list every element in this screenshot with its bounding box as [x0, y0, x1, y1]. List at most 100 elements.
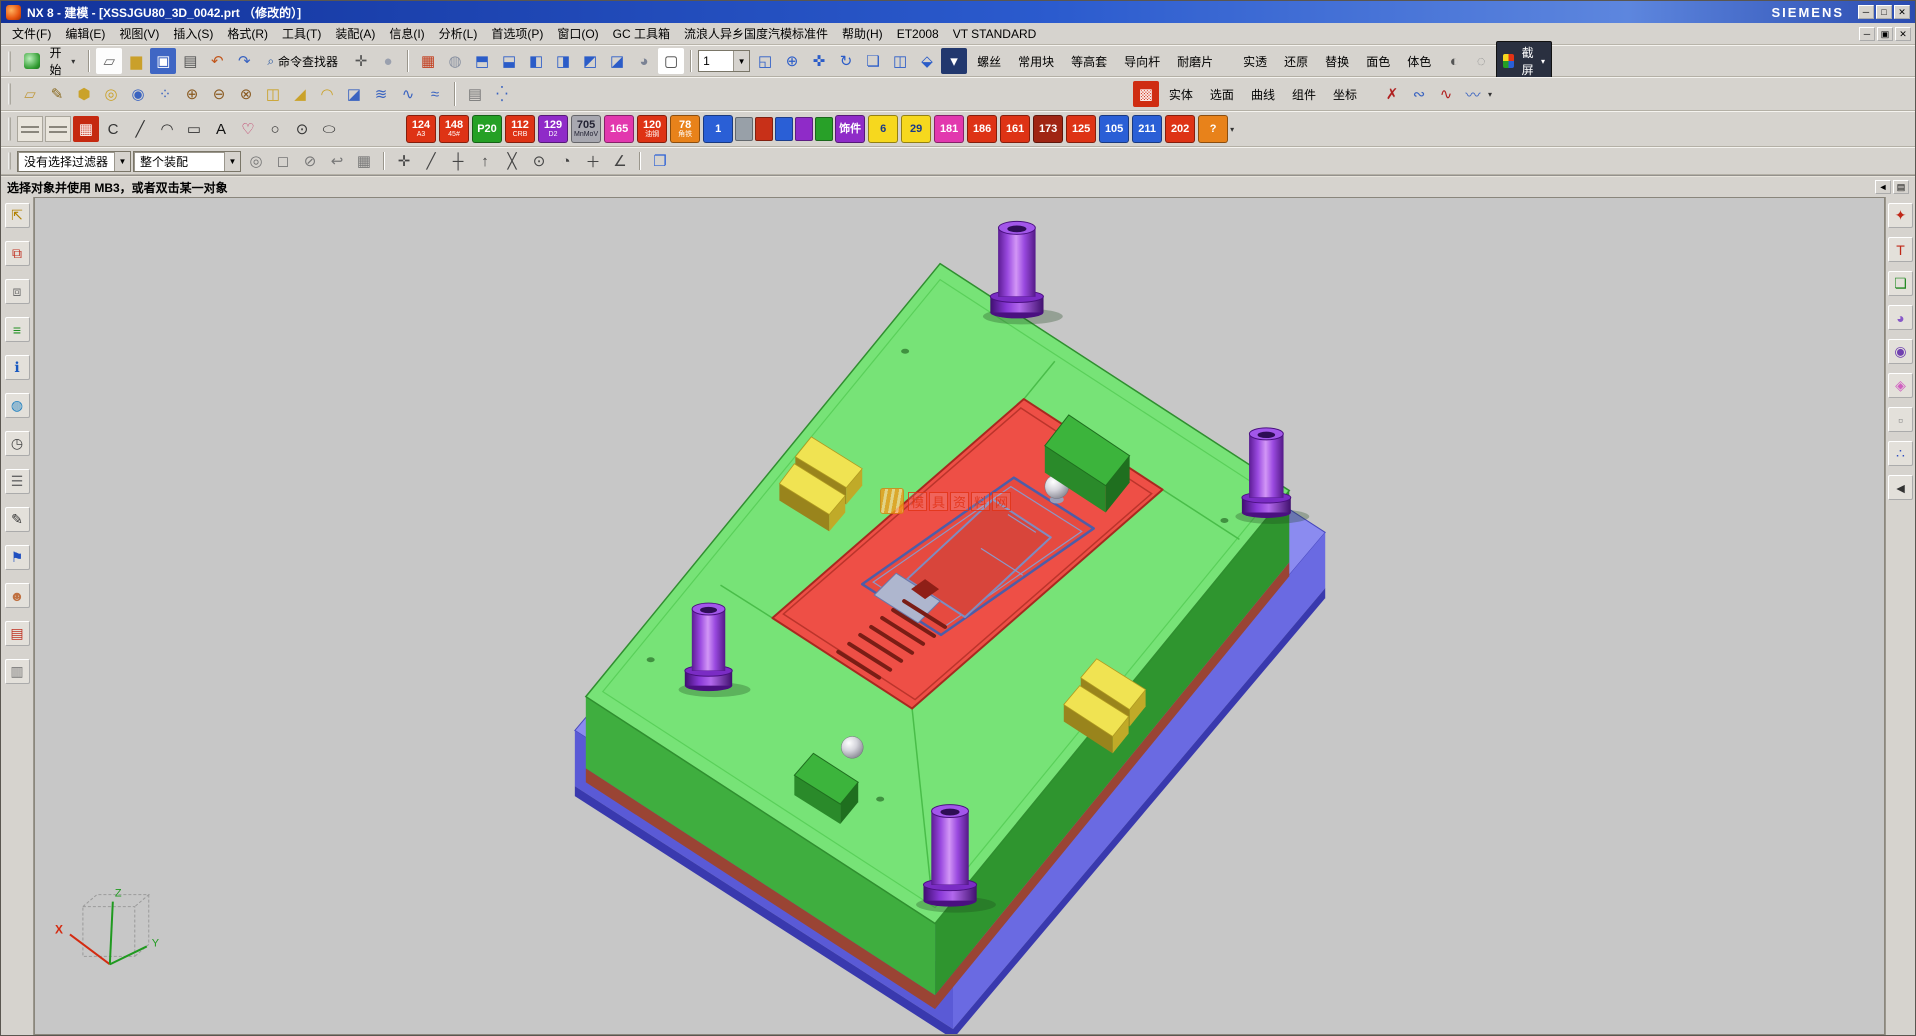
mold-text-button[interactable]: 坐标 [1325, 82, 1365, 107]
unite-icon[interactable]: ⊕ [179, 81, 205, 107]
toolbar-grip[interactable] [8, 117, 11, 141]
standard-badge-124[interactable]: 124A3 [406, 115, 436, 143]
open-icon[interactable]: ▆ [123, 48, 149, 74]
menu-item[interactable]: 格式(R) [220, 23, 275, 44]
datum-plane-icon[interactable]: ▱ [17, 81, 43, 107]
scale-input[interactable] [699, 51, 733, 71]
display-text-button[interactable]: 面色 [1358, 49, 1398, 74]
text-icon[interactable]: A [208, 116, 234, 142]
selection-scope-select[interactable]: 整个装配 ▼ [133, 151, 241, 172]
standard-badge-129[interactable]: 129D2 [538, 115, 568, 143]
redo-icon[interactable]: ↷ [231, 48, 257, 74]
templates-icon[interactable]: ▥ [5, 659, 30, 684]
pattern-feature-icon[interactable]: ⁘ [152, 81, 178, 107]
window-cascade-icon[interactable]: ❏ [860, 48, 886, 74]
mini-tool-icon[interactable] [795, 117, 813, 141]
standard-badge-181[interactable]: 181 [934, 115, 964, 143]
menu-item[interactable]: 首选项(P) [484, 23, 550, 44]
menu-item[interactable]: 插入(S) [166, 23, 220, 44]
sketch-icon[interactable]: ✎ [44, 81, 70, 107]
view-right-icon[interactable]: ◩ [577, 48, 603, 74]
standard-badge-78[interactable]: 78角铁 [670, 115, 700, 143]
standard-badge-6[interactable]: 6 [868, 115, 898, 143]
pan-icon[interactable]: ✜ [806, 48, 832, 74]
line-icon[interactable]: ╱ [127, 116, 153, 142]
previous-selection-icon[interactable]: ↩ [324, 148, 350, 174]
standard-badge-211[interactable]: 211 [1132, 115, 1162, 143]
view-top-icon[interactable]: ◧ [523, 48, 549, 74]
view-trimetric-icon[interactable]: ⬒ [469, 48, 495, 74]
internet-explorer-icon[interactable]: ◍ [5, 393, 30, 418]
new-file-icon[interactable]: ▱ [96, 48, 122, 74]
system-materials-icon[interactable]: ☰ [5, 469, 30, 494]
selection-mode-icon[interactable]: ✛ [348, 48, 374, 74]
snap-quadrant-icon[interactable]: ◔ [553, 148, 579, 174]
undo-icon[interactable]: ↶ [204, 48, 230, 74]
standard-part-text-button[interactable]: 导向杆 [1116, 49, 1168, 74]
standard-part-text-button[interactable]: 耐磨片 [1169, 49, 1221, 74]
history-icon[interactable]: ◷ [5, 431, 30, 456]
toolbar-grip[interactable] [8, 152, 11, 170]
view-isometric-icon[interactable]: ⬓ [496, 48, 522, 74]
selection-filter-select[interactable]: 没有选择过滤器 ▼ [17, 151, 131, 172]
command-finder-button[interactable]: ⌕ 命令查找器 [259, 49, 346, 74]
snap-angle-icon[interactable]: ∠ [607, 148, 633, 174]
solid-red-icon[interactable]: ▩ [1133, 81, 1159, 107]
view-back-icon[interactable]: ◪ [604, 48, 630, 74]
face-filter-icon[interactable]: ▦ [351, 148, 377, 174]
background-color-icon[interactable]: ▾ [941, 48, 967, 74]
mold-text-button[interactable]: 选面 [1202, 82, 1242, 107]
blue-spheres-tool-icon[interactable]: ∴ [1888, 441, 1913, 466]
menu-item[interactable]: ET2008 [890, 25, 946, 43]
snap-end-icon[interactable]: ╱ [418, 148, 444, 174]
shaded-view-icon[interactable]: ◕ [631, 48, 657, 74]
orient-sphere-icon[interactable]: ◍ [442, 48, 468, 74]
close-button[interactable]: ✕ [1894, 5, 1910, 19]
snap-control-icon[interactable]: ↑ [472, 148, 498, 174]
rectangle-icon[interactable]: ▭ [181, 116, 207, 142]
menu-item[interactable]: 装配(A) [328, 23, 382, 44]
viewport-canvas[interactable]: X Y Z 模具资料网 [34, 197, 1885, 1035]
mini-tool-icon[interactable] [755, 117, 773, 141]
mdi-restore-button[interactable]: ▣ [1877, 27, 1893, 41]
minimize-button[interactable]: ─ [1858, 5, 1874, 19]
menu-item[interactable]: 窗口(O) [550, 23, 605, 44]
standard-badge-125[interactable]: 125 [1066, 115, 1096, 143]
section-curve-icon[interactable]: 〰 [1460, 81, 1486, 107]
chamfer-icon[interactable]: ◢ [287, 81, 313, 107]
menu-item[interactable]: 视图(V) [112, 23, 166, 44]
info-icon[interactable]: ℹ [5, 355, 30, 380]
menu-item[interactable]: 帮助(H) [835, 23, 890, 44]
view-front-icon[interactable]: ◨ [550, 48, 576, 74]
studio-spline-icon[interactable]: ♡ [235, 116, 261, 142]
mold-wizard-icon[interactable]: ▤ [462, 81, 488, 107]
display-text-button[interactable]: 替换 [1317, 49, 1357, 74]
menu-item[interactable]: 分析(L) [432, 23, 485, 44]
menu-item[interactable]: 信息(I) [382, 23, 431, 44]
standard-badge-186[interactable]: 186 [967, 115, 997, 143]
rotate-view-icon[interactable]: ↻ [833, 48, 859, 74]
swept-icon[interactable]: ∿ [395, 81, 421, 107]
prompt-collapse-button[interactable]: ◄ [1875, 180, 1891, 194]
screenshot-button[interactable]: 截屏▾ [1496, 41, 1552, 81]
scale-dropdown-button[interactable]: ▼ [733, 51, 749, 71]
display-text-button[interactable]: 还原 [1276, 49, 1316, 74]
toolbar-grip[interactable] [8, 83, 11, 105]
pattern-geometry-icon[interactable]: ⁛ [489, 81, 515, 107]
save-icon[interactable]: ▣ [150, 48, 176, 74]
standard-badge-1[interactable]: 1 [703, 115, 733, 143]
shaded-sphere-tool-icon[interactable]: ◕ [1888, 305, 1913, 330]
standard-badge-shijian[interactable]: 饰件 [835, 115, 865, 143]
zoom-in-icon[interactable]: ⊕ [779, 48, 805, 74]
mini-tool-icon[interactable] [775, 117, 793, 141]
gray-tool-icon[interactable]: ▫ [1888, 407, 1913, 432]
display-text-button[interactable]: 实透 [1235, 49, 1275, 74]
trim-body-icon[interactable]: ◪ [341, 81, 367, 107]
dimension-tool-icon[interactable]: ✦ [1888, 203, 1913, 228]
standard-badge-help[interactable]: ? [1198, 115, 1228, 143]
manager-icon[interactable]: ⚑ [5, 545, 30, 570]
intersect-icon[interactable]: ⊗ [233, 81, 259, 107]
standard-badge-173[interactable]: 173 [1033, 115, 1063, 143]
extrude-icon[interactable]: ⬢ [71, 81, 97, 107]
arc-icon[interactable]: ◠ [154, 116, 180, 142]
